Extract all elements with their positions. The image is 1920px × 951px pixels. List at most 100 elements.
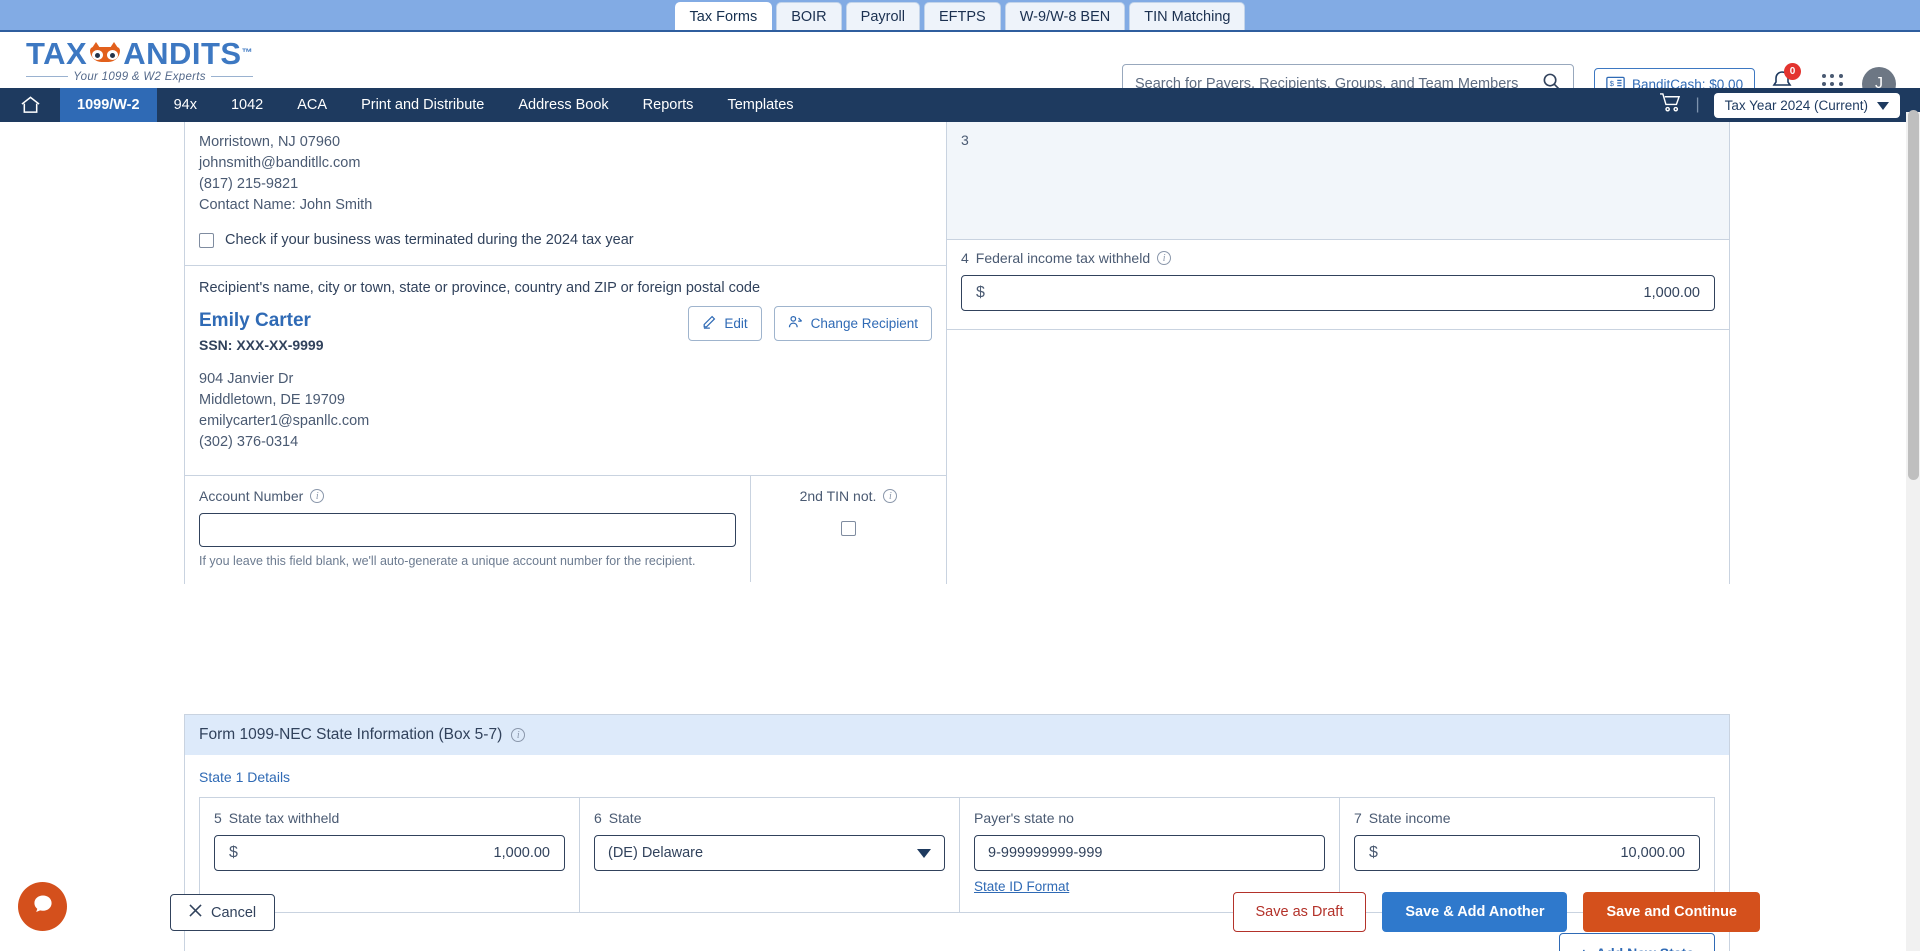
nav-item-94x[interactable]: 94x — [157, 88, 214, 122]
form-two-column-grid: Morristown, NJ 07960 johnsmith@banditllc… — [185, 122, 1729, 584]
home-icon[interactable] — [0, 88, 60, 122]
federal-income-tax-withheld-input[interactable]: $ 1,000.00 — [961, 275, 1715, 311]
second-tin-cell: 2nd TIN not. i — [751, 476, 946, 582]
trademark-symbol: ™ — [241, 46, 254, 59]
tab-w9-w8ben[interactable]: W-9/W-8 BEN — [1004, 1, 1126, 30]
state-information-header: Form 1099-NEC State Information (Box 5-7… — [185, 715, 1729, 755]
recipient-address-line2: Middletown, DE 19709 — [199, 392, 345, 408]
chat-bubble-icon — [30, 891, 56, 922]
currency-symbol: $ — [229, 844, 238, 861]
recipient-address: 904 Janvier Dr Middletown, DE 19709 emil… — [199, 369, 932, 453]
tab-boir[interactable]: BOIR — [776, 1, 842, 30]
state-id-format-link[interactable]: State ID Format — [974, 879, 1069, 894]
page-scrollbar-thumb[interactable] — [1908, 110, 1919, 480]
state-dropdown[interactable]: (DE) Delaware — [594, 835, 945, 871]
pencil-icon — [702, 315, 716, 332]
chevron-down-icon — [1877, 98, 1889, 113]
logo-wordmark: TAX ANDITS ™ — [26, 38, 253, 69]
state-selected-value: (DE) Delaware — [608, 845, 704, 861]
payer-state-no-input[interactable]: 9-999999999-999 — [974, 835, 1325, 871]
tab-tin-matching[interactable]: TIN Matching — [1129, 1, 1246, 30]
cart-icon[interactable] — [1659, 92, 1682, 118]
footer-primary-actions: Save as Draft Save & Add Another Save an… — [1232, 892, 1760, 932]
state-information-title: Form 1099-NEC State Information (Box 5-7… — [199, 726, 503, 743]
box4-label-wrap: 4 Federal income tax withheld i — [961, 250, 1715, 266]
recipient-address-line1: 904 Janvier Dr — [199, 371, 294, 387]
product-tab-strip: Tax Forms BOIR Payroll EFTPS W-9/W-8 BEN… — [0, 0, 1920, 32]
cancel-label: Cancel — [211, 904, 257, 921]
cancel-button[interactable]: Cancel — [170, 894, 276, 931]
notification-count-badge: 0 — [1784, 63, 1801, 80]
nav-item-reports[interactable]: Reports — [626, 88, 711, 122]
second-tin-checkbox-wrap — [765, 521, 932, 536]
person-switch-icon — [788, 315, 803, 332]
form-left-column: Morristown, NJ 07960 johnsmith@banditllc… — [185, 122, 947, 584]
info-icon[interactable]: i — [310, 489, 325, 503]
account-number-hint: If you leave this field blank, we'll aut… — [199, 554, 696, 568]
info-icon[interactable]: i — [883, 489, 898, 503]
logo[interactable]: TAX ANDITS ™ Your 1099 & W2 Experts — [26, 38, 254, 83]
recipient-block: Recipient's name, city or town, state or… — [185, 265, 946, 475]
business-terminated-row[interactable]: Check if your business was terminated du… — [185, 216, 946, 265]
tab-payroll[interactable]: Payroll — [845, 1, 920, 30]
nav-item-aca[interactable]: ACA — [280, 88, 344, 122]
chat-widget-button[interactable] — [18, 882, 67, 931]
nav-item-print-and-distribute[interactable]: Print and Distribute — [344, 88, 501, 122]
state-income-label-wrap: 7 State income — [1354, 810, 1700, 826]
chevron-down-icon — [917, 848, 931, 858]
info-icon[interactable]: i — [511, 728, 526, 742]
payer-contact-name: Contact Name: John Smith — [199, 197, 373, 213]
tax-year-selector[interactable]: Tax Year 2024 (Current) — [1713, 92, 1900, 118]
add-new-state-label: Add New State — [1596, 945, 1694, 951]
form-content-area: Morristown, NJ 07960 johnsmith@banditllc… — [0, 122, 1920, 951]
business-terminated-checkbox[interactable] — [199, 232, 214, 248]
recipient-section-label: Recipient's name, city or town, state or… — [199, 280, 761, 296]
edit-recipient-button[interactable]: Edit — [688, 306, 762, 341]
save-as-draft-button[interactable]: Save as Draft — [1232, 892, 1367, 932]
logo-text-right: ANDITS — [123, 35, 242, 71]
state-tax-withheld-input[interactable]: $ 1,000.00 — [214, 835, 565, 871]
box3-cell: 3 — [947, 122, 1729, 240]
close-icon — [189, 904, 202, 921]
state-label: State — [608, 810, 642, 826]
tab-eftps[interactable]: EFTPS — [923, 1, 1001, 30]
tab-tax-forms[interactable]: Tax Forms — [674, 1, 773, 30]
account-number-cell: Account Number i If you leave this field… — [185, 476, 751, 582]
recipient-email: emilycarter1@spanllc.com — [199, 413, 370, 429]
payer-details: Morristown, NJ 07960 johnsmith@banditllc… — [185, 122, 946, 216]
box3-number: 3 — [961, 132, 969, 148]
account-number-row: Account Number i If you leave this field… — [185, 475, 946, 582]
change-recipient-button[interactable]: Change Recipient — [773, 306, 932, 341]
svg-text:$: $ — [1610, 79, 1615, 88]
account-number-label-wrap: Account Number i — [199, 488, 736, 504]
business-terminated-label[interactable]: Check if your business was terminated du… — [225, 232, 634, 248]
payer-phone: (817) 215-9821 — [199, 176, 299, 192]
info-icon[interactable]: i — [1157, 251, 1172, 265]
account-number-input[interactable] — [199, 513, 736, 547]
form-1099-nec-card: Morristown, NJ 07960 johnsmith@banditllc… — [184, 122, 1730, 584]
state-number: 6 — [594, 810, 602, 826]
payer-state-no-label: Payer's state no — [974, 810, 1074, 826]
tax-year-label: Tax Year 2024 (Current) — [1724, 97, 1868, 113]
state-income-label: State income — [1368, 810, 1451, 826]
nav-item-1099-w2[interactable]: 1099/W-2 — [60, 88, 157, 122]
logo-tagline: Your 1099 & W2 Experts — [73, 70, 206, 83]
currency-symbol: $ — [976, 284, 985, 301]
federal-income-tax-withheld-value: 1,000.00 — [1643, 285, 1700, 301]
add-new-state-button[interactable]: + Add New State — [1558, 933, 1715, 951]
second-tin-checkbox[interactable] — [841, 521, 856, 536]
nav-item-address-book[interactable]: Address Book — [501, 88, 625, 122]
recipient-actions: Edit Change Recipient — [688, 306, 932, 341]
save-and-continue-button[interactable]: Save and Continue — [1583, 892, 1760, 932]
right-column-filler — [947, 330, 1729, 584]
state-income-number: 7 — [1354, 810, 1362, 826]
nav-separator: | — [1695, 96, 1700, 113]
currency-symbol: $ — [1369, 844, 1378, 861]
main-navigation: 1099/W-2 94x 1042 ACA Print and Distribu… — [0, 88, 1920, 122]
state-income-input[interactable]: $ 10,000.00 — [1354, 835, 1700, 871]
plus-icon: + — [1580, 945, 1588, 951]
nav-item-1042[interactable]: 1042 — [214, 88, 280, 122]
payer-email: johnsmith@banditllc.com — [199, 155, 361, 171]
save-and-add-another-button[interactable]: Save & Add Another — [1382, 892, 1568, 932]
nav-item-templates[interactable]: Templates — [710, 88, 810, 122]
